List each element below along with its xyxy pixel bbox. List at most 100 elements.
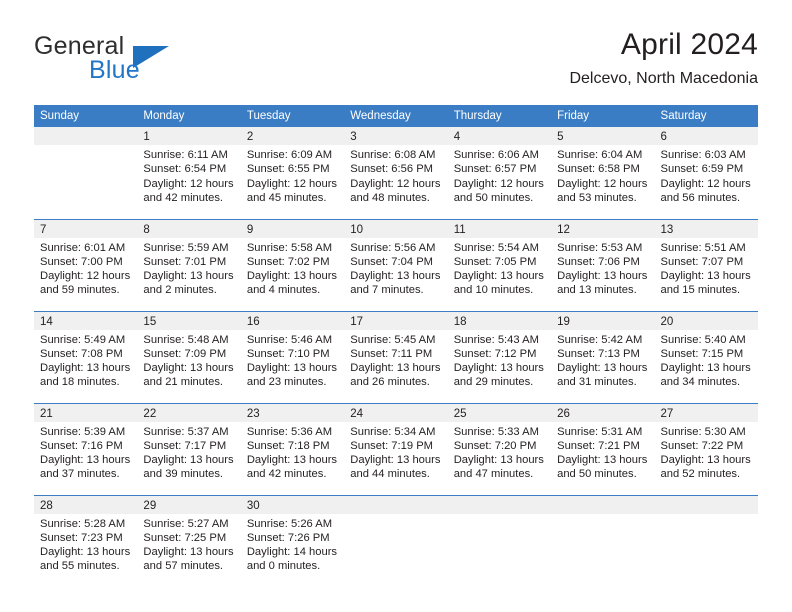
sunset-text: Sunset: 7:04 PM: [350, 255, 433, 268]
calendar-day-cell[interactable]: 11 Sunrise: 5:54 AM Sunset: 7:05 PM Dayligh…: [447, 218, 552, 311]
sunset-text: Sunset: 7:01 PM: [143, 255, 227, 268]
calendar-day-cell[interactable]: 20 Sunrise: 5:40 AM Sunset: 7:15 PM Dayligh…: [654, 310, 758, 403]
sunrise-text: Sunrise: 5:53 AM: [557, 241, 643, 254]
daylight-text-line1: Daylight: 13 hours: [557, 270, 648, 283]
calendar-day-cell[interactable]: 9 Sunrise: 5:58 AM Sunset: 7:02 PM Daylight…: [240, 218, 345, 311]
calendar-day-cell[interactable]: 25 Sunrise: 5:33 AM Sunset: 7:20 PM Dayligh…: [447, 402, 552, 495]
day-number: 19: [551, 311, 655, 330]
calendar-day-cell[interactable]: 17 Sunrise: 5:45 AM Sunset: 7:11 PM Dayligh…: [344, 310, 448, 403]
calendar-body: 1 Sunrise: 6:11 AM Sunset: 6:54 PM Daylight…: [34, 127, 758, 587]
calendar-day-cell[interactable]: 3 Sunrise: 6:08 AM Sunset: 6:56 PM Daylight…: [344, 127, 448, 219]
sunset-text: Sunset: 7:23 PM: [40, 531, 123, 544]
day-details: Sunrise: 5:59 AM Sunset: 7:01 PM Daylight:…: [137, 238, 240, 298]
daylight-text-line1: Daylight: 13 hours: [453, 454, 544, 467]
calendar-day-cell[interactable]: 28 Sunrise: 5:28 AM Sunset: 7:23 PM Dayligh…: [34, 494, 138, 587]
calendar-day-cell[interactable]: 6 Sunrise: 6:03 AM Sunset: 6:59 PM Daylight…: [654, 127, 758, 219]
sunset-text: Sunset: 7:12 PM: [453, 347, 537, 360]
calendar-day-cell[interactable]: 16 Sunrise: 5:46 AM Sunset: 7:10 PM Dayligh…: [240, 310, 345, 403]
sunset-text: Sunset: 7:22 PM: [660, 439, 744, 452]
calendar-day-cell[interactable]: 12 Sunrise: 5:53 AM Sunset: 7:06 PM Dayligh…: [551, 218, 655, 311]
day-details: Sunrise: 5:37 AM Sunset: 7:17 PM Daylight:…: [137, 422, 240, 482]
day-number: 18: [447, 311, 552, 330]
calendar-day-cell[interactable]: 26 Sunrise: 5:31 AM Sunset: 7:21 PM Dayligh…: [551, 402, 655, 495]
calendar-day-cell[interactable]: 21 Sunrise: 5:39 AM Sunset: 7:16 PM Dayligh…: [34, 402, 138, 495]
daylight-text-line2: and 42 minutes.: [246, 468, 327, 481]
calendar-day-cell[interactable]: 24 Sunrise: 5:34 AM Sunset: 7:19 PM Dayligh…: [344, 402, 448, 495]
sunrise-text: Sunrise: 6:04 AM: [557, 149, 643, 161]
calendar-day-cell[interactable]: 30 Sunrise: 5:26 AM Sunset: 7:26 PM Dayligh…: [240, 494, 345, 587]
sunset-text: Sunset: 7:10 PM: [246, 347, 330, 360]
day-details: Sunrise: 6:09 AM Sunset: 6:55 PM Daylight:…: [241, 145, 344, 205]
weekday-header-row: Sunday Monday Tuesday Wednesday Thursday…: [34, 105, 758, 127]
general-blue-logo[interactable]: General Blue: [34, 32, 244, 94]
daylight-text-line2: and 55 minutes.: [40, 560, 120, 573]
calendar-day-cell[interactable]: 2 Sunrise: 6:09 AM Sunset: 6:55 PM Daylight…: [240, 127, 345, 219]
daylight-text-line2: and 44 minutes.: [350, 468, 430, 481]
day-details: Sunrise: 5:53 AM Sunset: 7:06 PM Daylight:…: [551, 238, 654, 298]
calendar-day-cell[interactable]: 22 Sunrise: 5:37 AM Sunset: 7:17 PM Dayligh…: [137, 402, 241, 495]
day-number: 20: [654, 311, 758, 330]
weekday-header-saturday: Saturday: [654, 105, 758, 127]
day-number: 30: [240, 495, 345, 514]
sunrise-text: Sunrise: 6:08 AM: [350, 149, 436, 161]
daylight-text-line1: Daylight: 13 hours: [246, 270, 338, 283]
day-number: 25: [447, 403, 552, 422]
day-number: 10: [344, 219, 448, 238]
title-block: April 2024 Delcevo, North Macedonia: [569, 28, 758, 88]
sunrise-text: Sunrise: 5:34 AM: [350, 425, 436, 438]
weekday-header-thursday: Thursday: [447, 105, 552, 127]
calendar-day-cell[interactable]: 8 Sunrise: 5:59 AM Sunset: 7:01 PM Daylight…: [137, 218, 241, 311]
calendar-day-cell[interactable]: 27 Sunrise: 5:30 AM Sunset: 7:22 PM Dayligh…: [654, 402, 758, 495]
calendar-week-row: 14 Sunrise: 5:49 AM Sunset: 7:08 PM Dayligh…: [34, 310, 758, 403]
day-details: Sunrise: 5:27 AM Sunset: 7:25 PM Daylight:…: [137, 514, 240, 574]
daylight-text-line2: and 50 minutes.: [557, 468, 637, 481]
sunrise-text: Sunrise: 5:26 AM: [246, 517, 333, 530]
calendar-day-cell[interactable]: 15 Sunrise: 5:48 AM Sunset: 7:09 PM Dayligh…: [137, 310, 241, 403]
calendar-day-cell[interactable]: 23 Sunrise: 5:36 AM Sunset: 7:18 PM Dayligh…: [240, 402, 345, 495]
day-number: 23: [240, 403, 345, 422]
sunrise-text: Sunrise: 5:54 AM: [453, 241, 539, 254]
sunset-text: Sunset: 7:08 PM: [40, 347, 123, 360]
weekday-header-wednesday: Wednesday: [344, 105, 448, 127]
daylight-text-line2: and 29 minutes.: [453, 376, 534, 389]
daylight-text-line1: Daylight: 13 hours: [557, 362, 648, 375]
calendar-day-cell[interactable]: 4 Sunrise: 6:06 AM Sunset: 6:57 PM Daylight…: [447, 127, 552, 219]
calendar-day-cell[interactable]: 29 Sunrise: 5:27 AM Sunset: 7:25 PM Dayligh…: [137, 494, 241, 587]
day-number: 6: [654, 127, 758, 145]
day-details: Sunrise: 5:42 AM Sunset: 7:13 PM Daylight:…: [551, 330, 654, 390]
day-number: 26: [551, 403, 655, 422]
calendar-day-cell[interactable]: 14 Sunrise: 5:49 AM Sunset: 7:08 PM Dayligh…: [34, 310, 138, 403]
daylight-text-line1: Daylight: 14 hours: [246, 546, 338, 559]
calendar-day-cell[interactable]: 19 Sunrise: 5:42 AM Sunset: 7:13 PM Dayligh…: [551, 310, 655, 403]
weekday-header-sunday: Sunday: [34, 105, 138, 127]
calendar-week-row: 7 Sunrise: 6:01 AM Sunset: 7:00 PM Daylight…: [34, 218, 758, 311]
daylight-text-line2: and 47 minutes.: [453, 468, 534, 481]
daylight-text-line1: Daylight: 13 hours: [40, 454, 131, 467]
calendar-day-cell[interactable]: 10 Sunrise: 5:56 AM Sunset: 7:04 PM Dayligh…: [344, 218, 448, 311]
daylight-text-line2: and 4 minutes.: [246, 284, 321, 297]
calendar-day-cell[interactable]: 5 Sunrise: 6:04 AM Sunset: 6:58 PM Daylight…: [551, 127, 655, 219]
daylight-text-line2: and 21 minutes.: [143, 376, 224, 389]
calendar-day-cell[interactable]: 18 Sunrise: 5:43 AM Sunset: 7:12 PM Dayligh…: [447, 310, 552, 403]
sunset-text: Sunset: 7:25 PM: [143, 531, 227, 544]
page-header: General Blue April 2024 Delcevo, North M…: [34, 28, 758, 96]
day-number: 14: [34, 311, 138, 330]
calendar-day-cell[interactable]: 7 Sunrise: 6:01 AM Sunset: 7:00 PM Daylight…: [34, 218, 138, 311]
day-details: Sunrise: 6:03 AM Sunset: 6:59 PM Daylight:…: [655, 145, 758, 205]
daylight-text-line2: and 45 minutes.: [246, 191, 327, 204]
calendar-day-cell[interactable]: 1 Sunrise: 6:11 AM Sunset: 6:54 PM Daylight…: [137, 127, 241, 219]
day-details: Sunrise: 5:43 AM Sunset: 7:12 PM Daylight:…: [448, 330, 551, 390]
daylight-text-line2: and 57 minutes.: [143, 560, 224, 573]
daylight-text-line1: Daylight: 13 hours: [143, 362, 234, 375]
sunset-text: Sunset: 7:06 PM: [557, 255, 640, 268]
day-number: 28: [34, 495, 138, 514]
day-number: [654, 495, 758, 514]
sunset-text: Sunset: 7:26 PM: [246, 531, 330, 544]
calendar-day-cell[interactable]: 13 Sunrise: 5:51 AM Sunset: 7:07 PM Dayligh…: [654, 218, 758, 311]
day-number: 4: [447, 127, 552, 145]
day-details: Sunrise: 5:36 AM Sunset: 7:18 PM Daylight:…: [241, 422, 344, 482]
sunset-text: Sunset: 7:09 PM: [143, 347, 227, 360]
sunset-text: Sunset: 7:02 PM: [246, 255, 330, 268]
daylight-text-line1: Daylight: 12 hours: [246, 177, 338, 190]
day-number: 12: [551, 219, 655, 238]
